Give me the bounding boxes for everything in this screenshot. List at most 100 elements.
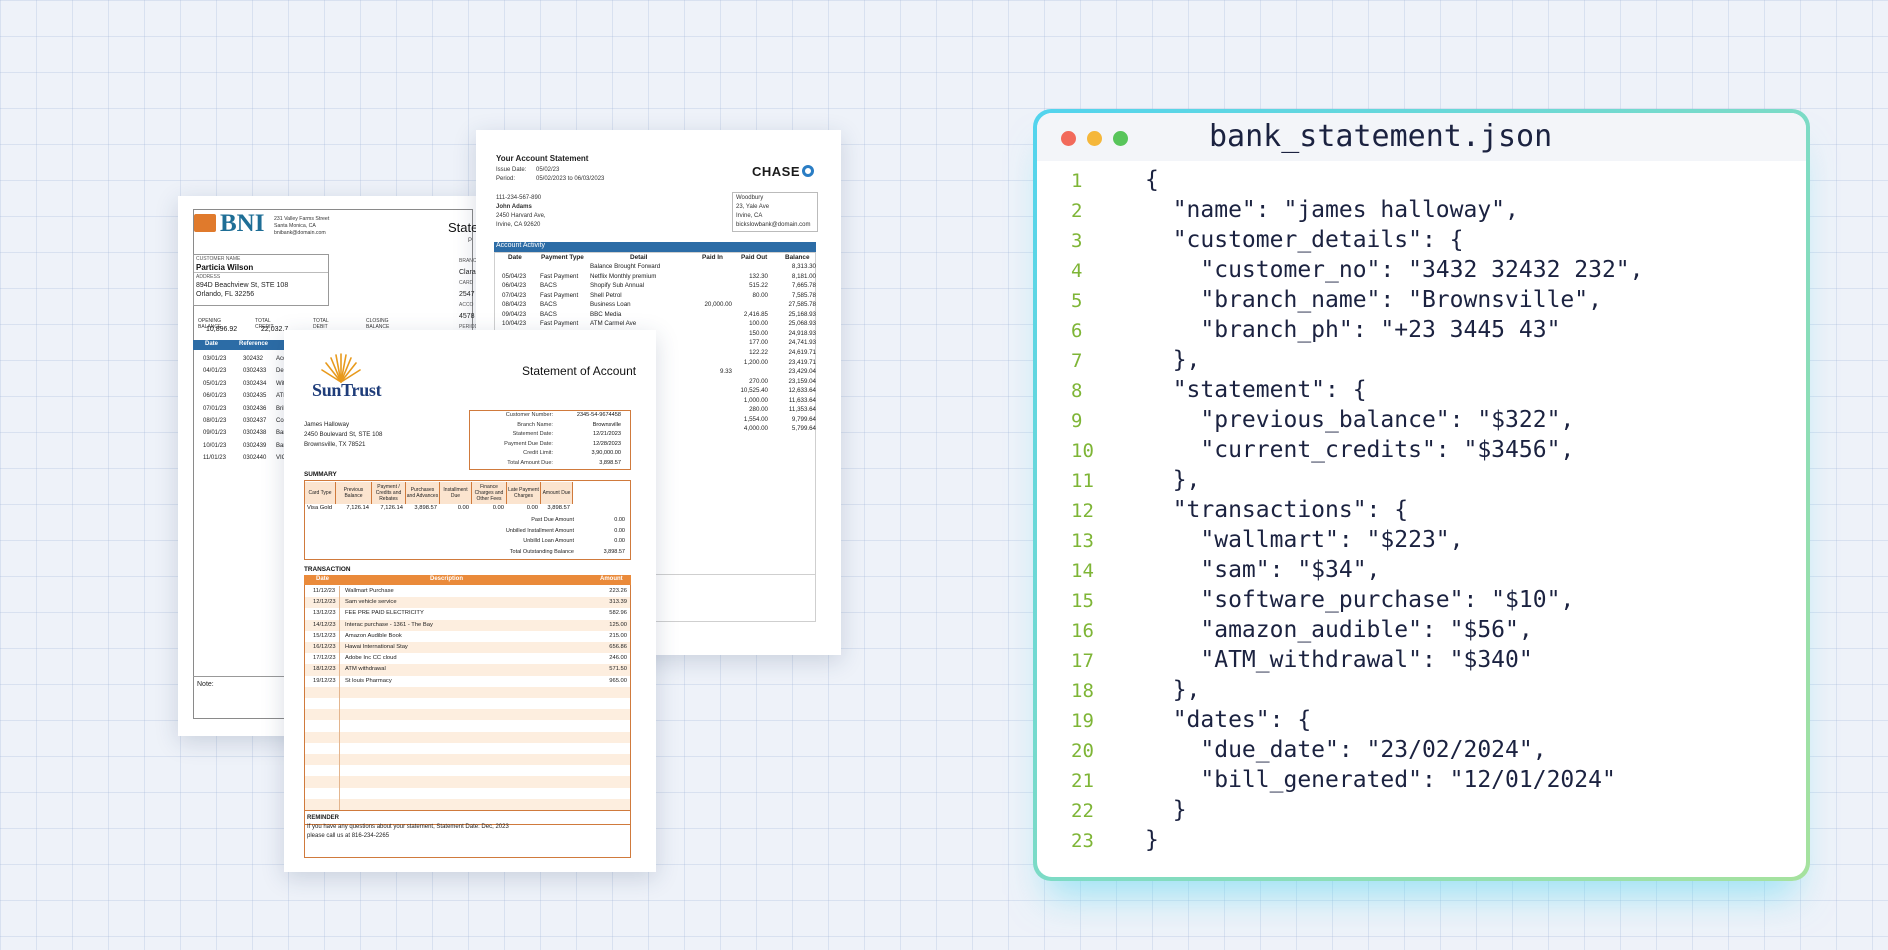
summary-col-header: Installment Due (440, 482, 472, 504)
line-number: 1 (1071, 170, 1083, 192)
row-amount: 246.00 (609, 655, 627, 662)
row-type: BACS (540, 282, 557, 290)
customer-name-label: CUSTOMER NAME (196, 256, 241, 262)
code-line: 6 "branch_ph": "+23 3445 43" (1037, 317, 1806, 347)
summary-col-value: 7,126.14 (346, 505, 369, 511)
row-description: Hawai International Stay (345, 644, 408, 650)
code-text: "amazon_audible": "$56", (1145, 617, 1533, 643)
code-line: 22 } (1037, 797, 1806, 827)
row-date: 04/01/23 (203, 368, 227, 375)
line-number: 18 (1071, 680, 1094, 702)
row-detail: Shell Petrol (590, 291, 622, 299)
row-type: BACS (540, 310, 557, 318)
info-label: Credit Limit: (523, 450, 553, 457)
table-row (305, 742, 630, 754)
row-description: Adobe Inc CC cloud (345, 655, 397, 662)
branch-line: Woodbury (736, 195, 764, 201)
row-detail: Shopify Sub Annual (590, 282, 645, 290)
json-window-body: bank_statement.json 1{2 "name": "james h… (1037, 113, 1806, 877)
line-number: 22 (1071, 800, 1094, 822)
row-out: 1,000.00 (743, 396, 768, 404)
row-separator (339, 742, 340, 754)
info-label: Total Amount Due: (507, 460, 553, 466)
row-date: 06/01/23 (203, 393, 227, 400)
chase-title: Your Account Statement (496, 154, 589, 163)
row-date: 17/12/23 (313, 655, 336, 662)
customer-address-line: 894D Beachview St, STE 108 (196, 282, 289, 289)
summary-col-value: 0.00 (457, 505, 469, 511)
line-number: 11 (1071, 470, 1094, 492)
row-bal: 24,619.71 (788, 348, 816, 356)
bni-address-line: Santa Monica, CA (274, 223, 316, 229)
line-number: 19 (1071, 710, 1094, 732)
bni-title-sub: P (468, 238, 473, 244)
json-code-window: bank_statement.json 1{2 "name": "james h… (1033, 109, 1810, 881)
row-date: 11/01/23 (203, 455, 226, 462)
col-header-reference: Reference (239, 341, 269, 347)
col-header-paid-in: Paid In (702, 254, 723, 261)
summary-col-value: Visa Gold (307, 505, 333, 511)
row-bal: 23,429.04 (788, 368, 816, 376)
row-type: Fast Payment (540, 272, 579, 280)
row-bal: 27,585.78 (788, 301, 816, 309)
row-detail: ATM Carmel Ave (590, 320, 637, 328)
table-row (305, 686, 630, 698)
suntrust-address: James Halloway 2450 Boulevard St, STE 10… (304, 420, 382, 450)
total-label: Unbilld Loan Amount (523, 538, 574, 544)
code-line: 10 "current_credits": "$3456", (1037, 437, 1806, 467)
code-text: "customer_no": "3432 32432 232", (1145, 257, 1644, 283)
maximize-window-button[interactable] (1113, 131, 1128, 146)
row-out: 10,525.40 (740, 387, 768, 395)
row-out: 177.00 (749, 339, 768, 347)
row-separator (339, 664, 340, 676)
row-separator (339, 653, 340, 665)
col-header-amount: Amount (600, 576, 623, 582)
code-line: 20 "due_date": "23/02/2024", (1037, 737, 1806, 767)
customer-line: 2450 Harvard Ave, (496, 213, 546, 219)
transaction-label: TRANSACTION (304, 566, 351, 573)
col-header-date: Date (205, 341, 219, 347)
customer-line: John Adams (496, 204, 532, 210)
close-window-button[interactable] (1061, 131, 1076, 146)
code-line: 8 "statement": { (1037, 377, 1806, 407)
code-text: "sam": "$34", (1145, 557, 1381, 583)
row-reference: 0302438 (243, 430, 267, 437)
row-date: 09/04/23 (502, 310, 527, 318)
code-line: 15 "software_purchase": "$10", (1037, 587, 1806, 617)
col-header-detail: Detail (630, 254, 648, 261)
code-text: "branch_ph": "+23 3445 43" (1145, 317, 1561, 343)
table-row (305, 731, 630, 743)
code-line: 14 "sam": "$34", (1037, 557, 1806, 587)
row-date: 03/01/23 (203, 356, 227, 362)
row-type: BACS (540, 301, 557, 309)
row-bal: 11,633.64 (788, 396, 816, 404)
code-line: 1{ (1037, 167, 1806, 197)
line-number: 12 (1071, 500, 1094, 522)
branch-line: 23, Yale Ave (736, 204, 770, 210)
table-row (305, 776, 630, 788)
suntrust-logo: SunTrust (312, 380, 382, 400)
row-out: 80.00 (752, 291, 768, 299)
right-label: ACCO (459, 302, 474, 308)
code-line: 7 }, (1037, 347, 1806, 377)
line-number: 23 (1071, 830, 1094, 852)
table-row (305, 754, 630, 766)
file-name-title: bank_statement.json (1209, 119, 1553, 154)
row-separator (339, 731, 340, 743)
summary-header: CLOSING BALANCE (366, 318, 390, 330)
info-value: 3,90,000.00 (591, 450, 621, 457)
row-date: 08/01/23 (203, 417, 227, 424)
code-text: "name": "james halloway", (1145, 197, 1519, 223)
row-date: 12/12/23 (313, 599, 336, 606)
code-line: 3 "customer_details": { (1037, 227, 1806, 257)
minimize-window-button[interactable] (1087, 131, 1102, 146)
reminder-text: please call us at 816-234-2265 (307, 833, 390, 839)
code-text: "previous_balance": "$322", (1145, 407, 1575, 433)
address-label: ADDRESS (194, 272, 328, 281)
code-line: 5 "branch_name": "Brownsville", (1037, 287, 1806, 317)
row-reference: 0302435 (243, 393, 267, 400)
row-bal: 23,159.04 (788, 377, 816, 385)
json-code-area[interactable]: 1{2 "name": "james halloway", 3 "customer… (1037, 167, 1806, 857)
summary-col-value: 0.00 (492, 505, 504, 511)
row-bal: 5,799.64 (791, 425, 816, 433)
